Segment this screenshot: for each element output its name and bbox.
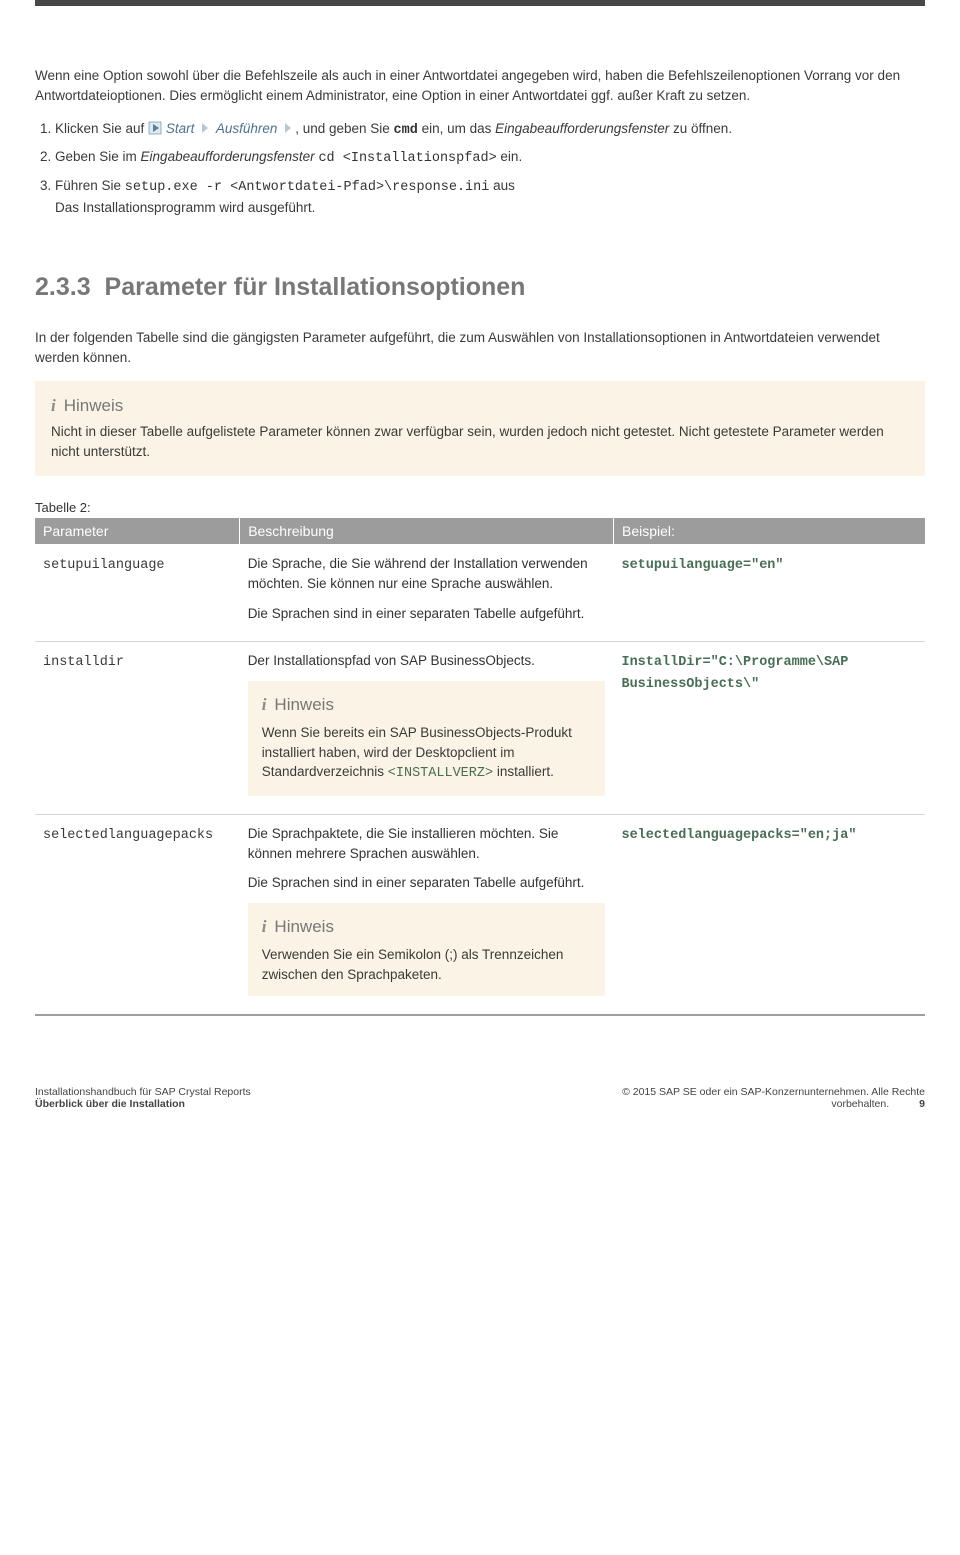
info-icon: i <box>262 917 267 936</box>
cmd-text: cmd <box>394 123 418 138</box>
example-code: selectedlanguagepacks="en;ja" <box>621 828 856 843</box>
param-name: selectedlanguagepacks <box>43 828 213 843</box>
note-box: i Hinweis Wenn Sie bereits ein SAP Busine… <box>248 681 606 796</box>
text: , und geben Sie <box>295 121 393 136</box>
parameters-table: Parameter Beschreibung Beispiel: setupui… <box>35 517 925 1016</box>
th-beschreibung: Beschreibung <box>240 518 614 545</box>
note-header: i Hinweis <box>262 693 592 718</box>
section-intro: In der folgenden Tabelle sind die gängig… <box>35 328 925 367</box>
param-name: installdir <box>43 655 124 670</box>
th-parameter: Parameter <box>35 518 240 545</box>
table-caption: Tabelle 2: <box>35 500 925 515</box>
term: Eingabeaufforderungsfenster <box>141 149 315 164</box>
section-heading: 2.3.3 Parameter für Installationsoptione… <box>35 273 925 302</box>
desc: Die Sprachpaktete, die Sie installieren … <box>248 824 606 863</box>
step-2: Geben Sie im Eingabeaufforderungsfenster… <box>55 147 925 169</box>
note-label: Hinweis <box>64 396 124 415</box>
page-content: Wenn eine Option sowohl über die Befehls… <box>35 6 925 1026</box>
th-beispiel: Beispiel: <box>613 518 925 545</box>
footer-copyright: © 2015 SAP SE oder ein SAP-Konzernuntern… <box>622 1086 925 1098</box>
step-1: Klicken Sie auf Start Ausführen , und ge… <box>55 119 925 141</box>
text: Geben Sie im <box>55 149 141 164</box>
code: cd <Installationspfad> <box>318 151 496 166</box>
step-3: Führen Sie setup.exe -r <Antwortdatei-Pf… <box>55 176 925 219</box>
nav-ausfuhren: Ausführen <box>216 121 278 136</box>
text: zu öffnen. <box>669 121 732 136</box>
note-label: Hinweis <box>274 917 334 936</box>
footer-copyright-2: vorbehalten. <box>831 1098 889 1110</box>
code: <INSTALLVERZ> <box>388 766 493 781</box>
footer-doc-title: Installationshandbuch für SAP Crystal Re… <box>35 1086 251 1098</box>
note-box: i Hinweis Verwenden Sie ein Semikolon (;)… <box>248 903 606 997</box>
start-menu-icon <box>148 121 162 135</box>
table-row: installdir Der Installationspfad von SAP… <box>35 642 925 815</box>
param-name: setupuilanguage <box>43 558 165 573</box>
note-body: Wenn Sie bereits ein SAP BusinessObjects… <box>262 723 592 784</box>
text: ein, um das <box>418 121 495 136</box>
intro-paragraph: Wenn eine Option sowohl über die Befehls… <box>35 66 925 105</box>
desc: Der Installationspfad von SAP BusinessOb… <box>248 651 606 671</box>
footer-right: © 2015 SAP SE oder ein SAP-Konzernuntern… <box>622 1086 925 1110</box>
code: setup.exe -r <Antwortdatei-Pfad>\respons… <box>125 180 490 195</box>
table-row: setupuilanguage Die Sprache, die Sie wäh… <box>35 545 925 642</box>
table-header-row: Parameter Beschreibung Beispiel: <box>35 518 925 545</box>
section-title-text: Parameter für Installationsoptionen <box>105 273 526 301</box>
steps-list: Klicken Sie auf Start Ausführen , und ge… <box>35 119 925 218</box>
note-header: i Hinweis <box>51 396 909 416</box>
footer-section: Überblick über die Installation <box>35 1098 185 1110</box>
text: ein. <box>497 149 523 164</box>
page-number: 9 <box>889 1098 925 1110</box>
term: Eingabeaufforderungsfenster <box>495 121 669 136</box>
table-row: selectedlanguagepacks Die Sprachpaktete,… <box>35 814 925 1015</box>
example-code: setupuilanguage="en" <box>621 558 783 573</box>
nav-start: Start <box>166 121 195 136</box>
note-body: Verwenden Sie ein Semikolon (;) als Tren… <box>262 945 592 984</box>
info-icon: i <box>51 396 56 415</box>
footer-left: Installationshandbuch für SAP Crystal Re… <box>35 1086 251 1110</box>
note-label: Hinweis <box>274 695 334 714</box>
info-icon: i <box>262 695 267 714</box>
page-footer: Installationshandbuch für SAP Crystal Re… <box>35 1086 925 1122</box>
example-code: InstallDir="C:\Programme\SAP BusinessObj… <box>621 655 848 692</box>
desc: Die Sprache, die Sie während der Install… <box>248 554 606 593</box>
note-body: Nicht in dieser Tabelle aufgelistete Par… <box>51 422 909 461</box>
section-number: 2.3.3 <box>35 273 91 301</box>
note-header: i Hinweis <box>262 915 592 940</box>
text: Klicken Sie auf <box>55 121 148 136</box>
text: aus <box>489 178 515 193</box>
chevron-right-icon <box>198 121 212 135</box>
chevron-right-icon <box>281 121 295 135</box>
note-box: i Hinweis Nicht in dieser Tabelle aufgeli… <box>35 381 925 476</box>
text: Führen Sie <box>55 178 125 193</box>
text: installiert. <box>493 764 554 779</box>
text: Das Installationsprogramm wird ausgeführ… <box>55 200 315 215</box>
desc: Die Sprachen sind in einer separaten Tab… <box>248 604 606 624</box>
desc: Die Sprachen sind in einer separaten Tab… <box>248 873 606 893</box>
